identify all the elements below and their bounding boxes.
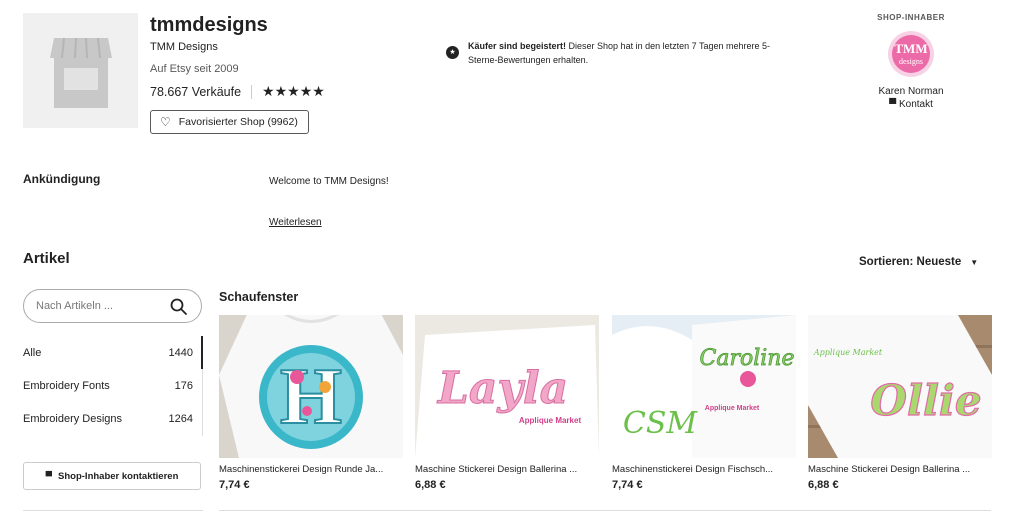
storefront-icon [49,37,112,108]
svg-text:CSM: CSM [623,406,699,441]
divider [23,510,203,511]
shop-logo [23,13,138,128]
svg-text:H: H [280,353,342,441]
svg-text:Caroline: Caroline [700,346,795,371]
showcase-heading: Schaufenster [219,290,299,304]
listing-title: Maschinenstickerei Design Runde Ja... [219,464,384,475]
sort-dropdown[interactable]: Sortieren: Neueste ▼ [859,256,978,268]
favorite-shop-button[interactable]: ♡ Favorisierter Shop (9962) [150,110,309,134]
rating-stars[interactable]: ★★★★★ [262,83,325,100]
message-icon: ▀ [45,471,53,481]
listing-image: Applique Market Ollie [808,315,992,458]
message-icon: ▀ [889,99,897,110]
category-item-embroidery-fonts[interactable]: Embroidery Fonts 176 [23,369,203,402]
shop-since: Auf Etsy seit 2009 [150,63,239,75]
shop-subtitle: TMM Designs [150,41,218,53]
listing-card[interactable]: Layla Applique Market Maschine Stickerei… [415,315,599,491]
sort-label: Sortieren: Neueste [859,256,962,268]
owner-avatar[interactable]: TMM designs [888,31,934,77]
caret-down-icon: ▼ [970,257,979,267]
svg-text:TMM: TMM [894,41,927,56]
category-list: Alle 1440 Embroidery Fonts 176 Embroider… [23,336,203,436]
listing-price: 7,74 € [612,479,643,491]
listing-card[interactable]: H Maschinenstickerei Design Runde Ja... … [219,315,403,491]
item-search-box [23,289,202,323]
listing-image: Layla Applique Market [415,315,599,458]
listing-title: Maschine Stickerei Design Ballerina ... [415,464,578,475]
category-label: Embroidery Fonts [23,379,110,392]
listing-card[interactable]: Applique Market Ollie Maschine Stickerei… [808,315,992,491]
category-count: 176 [174,379,193,392]
search-icon[interactable] [170,298,187,315]
svg-text:designs: designs [899,57,923,66]
listing-card[interactable]: Caroline CSM Applique Market Maschinenst… [612,315,796,491]
divider [219,510,991,511]
svg-text:Applique Market: Applique Market [519,416,582,425]
items-heading: Artikel [23,250,70,267]
svg-text:Applique Market: Applique Market [813,348,883,357]
divider [251,84,253,99]
category-label: Alle [23,346,42,359]
listing-price: 6,88 € [808,479,839,491]
announcement-heading: Ankündigung [23,172,101,186]
owner-contact-link[interactable]: ▀ Kontakt [862,99,960,110]
item-search-input[interactable] [36,300,156,312]
category-label: Embroidery Designs [23,412,123,425]
category-count: 1264 [168,412,193,425]
contact-owner-button[interactable]: ▀ Shop-Inhaber kontaktieren [23,462,201,490]
svg-text:Layla: Layla [436,363,568,414]
listing-title: Maschinenstickerei Design Fischsch... [612,464,774,475]
sales-count: 78.667 Verkäufe [150,84,242,99]
category-item-all[interactable]: Alle 1440 [23,336,203,369]
announcement-text: Welcome to TMM Designs! [269,176,389,187]
listing-image: Caroline CSM Applique Market [612,315,796,458]
buyers-note-text: Käufer sind begeistert! Dieser Shop hat … [468,40,791,67]
category-count: 1440 [168,346,193,359]
listing-image: H [219,315,403,458]
listing-title: Maschine Stickerei Design Ballerina ... [808,464,971,475]
buyers-note: ★ Käufer sind begeistert! Dieser Shop ha… [446,40,791,67]
category-item-embroidery-designs[interactable]: Embroidery Designs 1264 [23,402,203,435]
svg-text:Ollie: Ollie [870,376,981,425]
shop-name: tmmdesigns [150,14,268,36]
owner-contact-label: Kontakt [898,99,933,110]
contact-owner-label: Shop-Inhaber kontaktieren [58,470,179,482]
listing-price: 6,88 € [415,479,446,491]
favorite-shop-label: Favorisierter Shop (9962) [178,116,298,128]
shop-sales-row: 78.667 Verkäufe ★★★★★ [150,83,325,100]
listing-price: 7,74 € [219,479,250,491]
owner-avatar-image: TMM designs [888,31,934,77]
star-badge-icon: ★ [446,46,459,59]
heart-icon: ♡ [160,115,171,129]
owner-heading: SHOP-INHABER [877,13,945,22]
buyers-note-bold: Käufer sind begeistert! [468,41,567,51]
svg-text:Applique Market: Applique Market [705,405,760,412]
read-more-link[interactable]: Weiterlesen [269,217,322,228]
owner-name: Karen Norman [878,86,944,97]
